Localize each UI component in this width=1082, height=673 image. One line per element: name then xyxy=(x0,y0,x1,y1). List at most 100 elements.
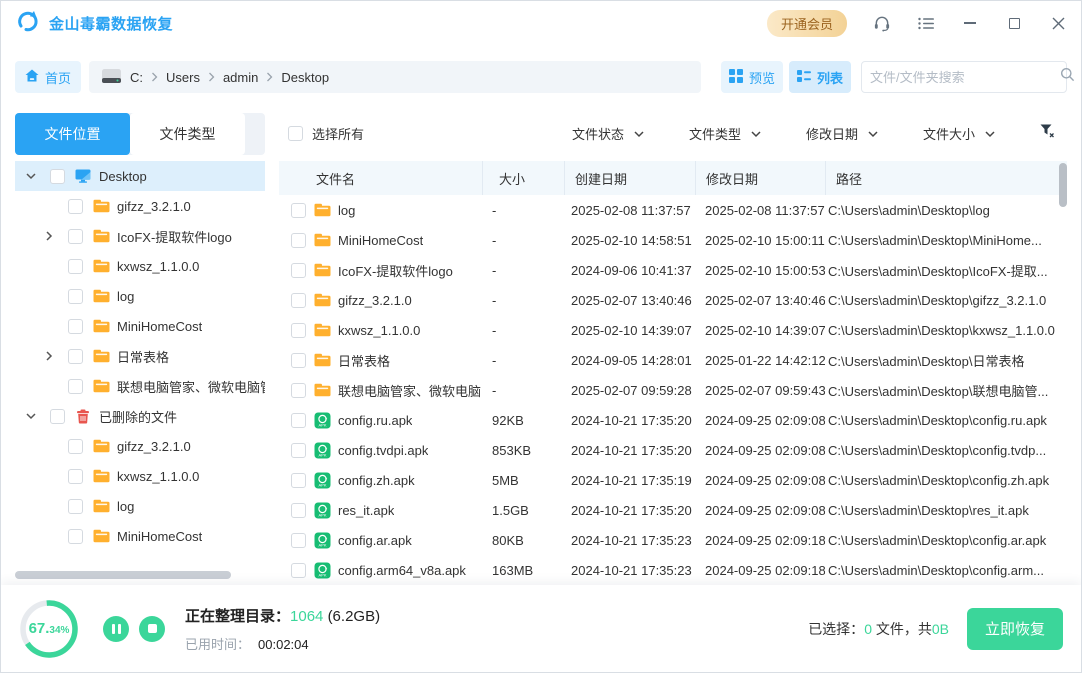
tree-item[interactable]: IcoFX-提取软件logo xyxy=(15,221,265,251)
table-row[interactable]: APK config.arm64_v8a.apk 163MB 2024-10-2… xyxy=(279,555,1067,585)
tree-item[interactable]: log xyxy=(15,281,265,311)
header-path: 路径 xyxy=(825,161,1067,195)
tree-item[interactable]: kxwsz_1.1.0.0 xyxy=(15,461,265,491)
tree-item-checkbox[interactable] xyxy=(68,229,83,244)
select-all[interactable]: 选择所有 xyxy=(279,124,364,143)
tree-item-checkbox[interactable] xyxy=(50,169,65,184)
row-checkbox[interactable] xyxy=(291,263,306,278)
row-checkbox[interactable] xyxy=(291,473,306,488)
breadcrumb-segment[interactable]: admin xyxy=(223,70,258,85)
row-checkbox[interactable] xyxy=(291,563,306,578)
file-size-dropdown[interactable]: 文件大小 xyxy=(923,124,995,143)
header-file-name: 文件名 xyxy=(279,161,482,195)
pause-button[interactable] xyxy=(103,616,129,642)
table-row[interactable]: APK config.tvdpi.apk 853KB 2024-10-21 17… xyxy=(279,435,1067,465)
chevron-down-icon xyxy=(751,126,761,141)
task-list-icon[interactable] xyxy=(917,14,935,32)
svg-text:APK: APK xyxy=(318,512,326,517)
chevron-right-icon xyxy=(151,72,158,82)
row-checkbox[interactable] xyxy=(291,293,306,308)
tab-file-type[interactable]: 文件类型 xyxy=(130,113,245,155)
tree-item-label: gifzz_3.2.1.0 xyxy=(117,439,191,454)
tree-chevron[interactable] xyxy=(23,173,39,180)
tree-chevron[interactable] xyxy=(23,413,39,420)
search-input[interactable] xyxy=(870,70,1046,85)
select-all-checkbox[interactable] xyxy=(288,126,303,141)
tree-item-checkbox[interactable] xyxy=(68,469,83,484)
table-row[interactable]: APK gifzz_3.2.1.0 - 2025-02-07 13:40:46 … xyxy=(279,285,1067,315)
table-row[interactable]: APK 联想电脑管家、微软电脑... - 2025-02-07 09:59:28… xyxy=(279,375,1067,405)
tree-item[interactable]: MiniHomeCost xyxy=(15,311,265,341)
tree-item[interactable]: log xyxy=(15,491,265,521)
table-row[interactable]: APK 日常表格 - 2024-09-05 14:28:01 2025-01-2… xyxy=(279,345,1067,375)
row-checkbox[interactable] xyxy=(291,503,306,518)
row-checkbox[interactable] xyxy=(291,203,306,218)
sidebar: 文件位置 文件类型 xyxy=(15,113,265,584)
table-row[interactable]: APK config.ar.apk 80KB 2024-10-21 17:35:… xyxy=(279,525,1067,555)
home-button[interactable]: 首页 xyxy=(15,61,81,93)
preview-view-toggle[interactable]: 预览 xyxy=(721,61,783,93)
tree-item[interactable]: gifzz_3.2.1.0 xyxy=(15,431,265,461)
stop-button[interactable] xyxy=(139,616,165,642)
table-row[interactable]: APK kxwsz_1.1.0.0 - 2025-02-10 14:39:07 … xyxy=(279,315,1067,345)
tree-chevron[interactable] xyxy=(41,351,57,361)
vip-upgrade-button[interactable]: 开通会员 xyxy=(767,10,847,37)
tree-item-checkbox[interactable] xyxy=(68,319,83,334)
tree-item[interactable]: gifzz_3.2.1.0 xyxy=(15,191,265,221)
table-row[interactable]: APK log - 2025-02-08 11:37:57 2025-02-08… xyxy=(279,195,1067,225)
file-path: C:\Users\admin\Desktop\IcoFX-提取... xyxy=(825,261,1067,280)
modified-date-dropdown[interactable]: 修改日期 xyxy=(806,124,878,143)
file-size: 1.5GB xyxy=(482,503,564,518)
header-modified-date: 修改日期 xyxy=(695,161,825,195)
row-checkbox[interactable] xyxy=(291,533,306,548)
row-checkbox[interactable] xyxy=(291,413,306,428)
file-created-date: 2025-02-07 13:40:46 xyxy=(564,293,695,308)
tree-item-checkbox[interactable] xyxy=(68,529,83,544)
maximize-button[interactable] xyxy=(1005,14,1023,32)
tree-item-checkbox[interactable] xyxy=(68,289,83,304)
folder-icon xyxy=(92,259,110,273)
horizontal-scrollbar[interactable] xyxy=(15,571,231,579)
table-row[interactable]: APK config.zh.apk 5MB 2024-10-21 17:35:1… xyxy=(279,465,1067,495)
row-checkbox[interactable] xyxy=(291,323,306,338)
row-checkbox[interactable] xyxy=(291,443,306,458)
main-panel: 选择所有 文件状态 文件类型 修改日期 文件大小 xyxy=(279,113,1067,585)
tab-file-location[interactable]: 文件位置 xyxy=(15,113,130,155)
tree-item-checkbox[interactable] xyxy=(68,379,83,394)
breadcrumb-segment[interactable]: Users xyxy=(166,70,200,85)
tree-item[interactable]: 已删除的文件 xyxy=(15,401,265,431)
search-icon[interactable] xyxy=(1060,67,1075,87)
table-row[interactable]: APK IcoFX-提取软件logo - 2024-09-06 10:41:37… xyxy=(279,255,1067,285)
recover-now-button[interactable]: 立即恢复 xyxy=(967,608,1063,650)
tree-item-checkbox[interactable] xyxy=(68,439,83,454)
file-status-dropdown[interactable]: 文件状态 xyxy=(572,124,644,143)
clear-filter-icon[interactable] xyxy=(1040,124,1055,143)
tree-item[interactable]: kxwsz_1.1.0.0 xyxy=(15,251,265,281)
close-button[interactable] xyxy=(1049,14,1067,32)
tree-item-checkbox[interactable] xyxy=(68,259,83,274)
minimize-button[interactable] xyxy=(961,14,979,32)
row-checkbox[interactable] xyxy=(291,353,306,368)
tree-item[interactable]: 日常表格 xyxy=(15,341,265,371)
row-checkbox[interactable] xyxy=(291,383,306,398)
tree-item-checkbox[interactable] xyxy=(68,499,83,514)
table-row[interactable]: APK config.ru.apk 92KB 2024-10-21 17:35:… xyxy=(279,405,1067,435)
table-row[interactable]: APK MiniHomeCost - 2025-02-10 14:58:51 2… xyxy=(279,225,1067,255)
tree-item[interactable]: 联想电脑管家、微软电脑管家 xyxy=(15,371,265,401)
vertical-scrollbar[interactable] xyxy=(1059,163,1067,207)
file-type-dropdown[interactable]: 文件类型 xyxy=(689,124,761,143)
tree-item-checkbox[interactable] xyxy=(50,409,65,424)
support-headset-icon[interactable] xyxy=(873,14,891,32)
row-checkbox[interactable] xyxy=(291,233,306,248)
search-box[interactable] xyxy=(861,61,1067,93)
tree-item-checkbox[interactable] xyxy=(68,199,83,214)
list-view-toggle[interactable]: 列表 xyxy=(789,61,851,93)
breadcrumb-segment[interactable]: C: xyxy=(130,70,143,85)
tree-item[interactable]: MiniHomeCost xyxy=(15,521,265,551)
table-row[interactable]: APK res_it.apk 1.5GB 2024-10-21 17:35:20… xyxy=(279,495,1067,525)
tree-chevron[interactable] xyxy=(41,231,57,241)
tree-item-checkbox[interactable] xyxy=(68,349,83,364)
tree-item[interactable]: Desktop xyxy=(15,161,265,191)
chevron-down-icon xyxy=(634,126,644,141)
breadcrumb-segment[interactable]: Desktop xyxy=(281,70,329,85)
